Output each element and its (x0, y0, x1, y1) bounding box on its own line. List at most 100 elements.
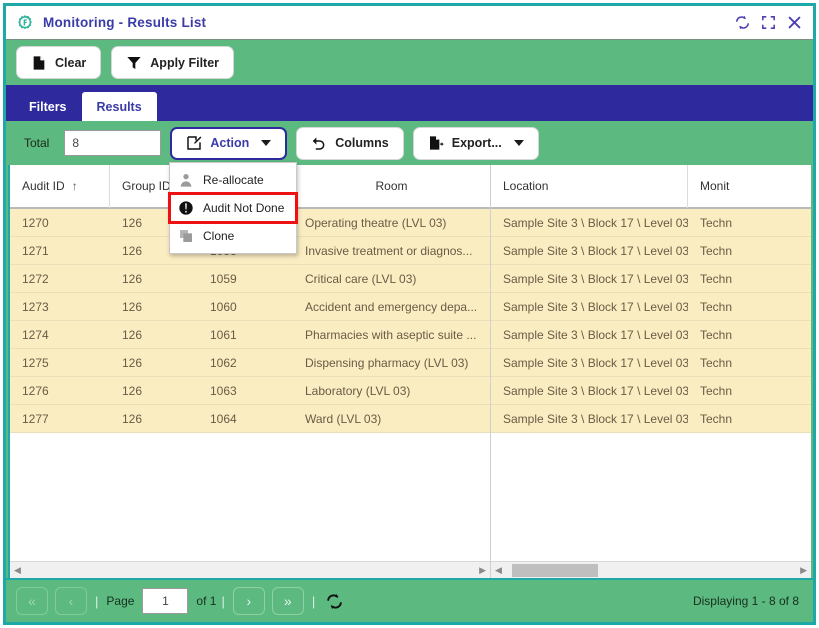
gear-badge-icon (18, 14, 32, 29)
cell-extra-id: 1064 (210, 411, 237, 426)
exclamation-circle-icon (179, 201, 193, 215)
cell-audit-id: 1276 (22, 383, 49, 398)
close-icon[interactable] (786, 14, 803, 31)
cell-monitoring: Techn (700, 271, 733, 286)
table-row[interactable]: Sample Site 3 \ Block 17 \ Level 03 Techn (491, 209, 811, 237)
cell-monitoring: Techn (700, 411, 733, 426)
cell-monitoring: Techn (700, 355, 733, 370)
cell-room: Critical care (LVL 03) (305, 271, 417, 286)
next-page-button[interactable]: › (232, 587, 265, 615)
results-grid: Audit ID ↑ Group ID Room 12701261057Oper… (8, 165, 811, 578)
clear-button[interactable]: Clear (16, 46, 102, 79)
cell-audit-id: 1272 (22, 271, 49, 286)
last-page-button[interactable]: » (271, 587, 304, 615)
column-header-room[interactable]: Room (293, 165, 490, 208)
scrollbar-track-right[interactable] (506, 562, 796, 579)
cell-monitoring: Techn (700, 299, 733, 314)
grid-scrollbars: ◀ ▶ ◀ ▶ (10, 561, 811, 578)
column-header-room-label: Room (375, 179, 408, 193)
table-row[interactable]: Sample Site 3 \ Block 17 \ Level 03 Techn (491, 293, 811, 321)
column-header-group-id-label: Group ID (122, 179, 171, 193)
scrollbar-track-left[interactable] (25, 562, 475, 579)
scroll-left-arrow-icon[interactable]: ◀ (10, 565, 25, 576)
table-row[interactable]: 1272 126 1059 Critical care (LVL 03) (10, 265, 490, 293)
cell-audit-id: 1270 (22, 215, 49, 230)
sort-ascending-icon: ↑ (71, 179, 78, 193)
scrollbar-thumb[interactable] (511, 563, 598, 577)
horizontal-scrollbar-right[interactable]: ◀ ▶ (491, 561, 811, 578)
cell-audit-id: 1271 (22, 243, 49, 258)
action-dropdown-menu: Re-allocate Audit Not Done Clone (168, 162, 298, 254)
menu-item-re-allocate[interactable]: Re-allocate (170, 166, 296, 194)
cell-location: Sample Site 3 \ Block 17 \ Level 03 (503, 327, 688, 342)
menu-item-audit-not-done-label: Audit Not Done (203, 201, 285, 215)
table-row[interactable]: Sample Site 3 \ Block 17 \ Level 03 Techn (491, 237, 811, 265)
table-row[interactable]: Sample Site 3 \ Block 17 \ Level 03 Techn (491, 321, 811, 349)
chevron-down-icon (261, 140, 272, 146)
cell-location: Sample Site 3 \ Block 17 \ Level 03 (503, 383, 688, 398)
refresh-icon[interactable] (734, 14, 751, 31)
cell-audit-id: 1275 (22, 355, 49, 370)
cell-group-id: 126 (122, 355, 143, 370)
action-button[interactable]: Action (170, 126, 288, 160)
table-row[interactable]: 1277 126 1064 Ward (LVL 03) (10, 405, 490, 433)
cell-location: Sample Site 3 \ Block 17 \ Level 03 (503, 271, 688, 286)
cell-location: Sample Site 3 \ Block 17 \ Level 03 (503, 355, 688, 370)
cell-monitoring: Techn (700, 215, 733, 230)
last-page-label: » (283, 593, 292, 609)
table-row[interactable]: Sample Site 3 \ Block 17 \ Level 03 Techn (491, 349, 811, 377)
column-header-location[interactable]: Location (491, 165, 688, 208)
person-icon (180, 174, 192, 187)
cell-location: Sample Site 3 \ Block 17 \ Level 03 (503, 411, 688, 426)
cell-monitoring: Techn (700, 383, 733, 398)
pagination-footer: « ‹ | Page of 1 | › » | Displaying 1 - 8… (6, 578, 813, 622)
columns-button[interactable]: Columns (296, 126, 404, 160)
export-button[interactable]: Export... (412, 126, 539, 160)
menu-item-clone[interactable]: Clone (170, 222, 296, 250)
menu-item-audit-not-done[interactable]: Audit Not Done (168, 192, 298, 224)
table-row[interactable]: 1276 126 1063 Laboratory (LVL 03) (10, 377, 490, 405)
tab-strip: Filters Results (6, 85, 813, 121)
title-bar: Monitoring - Results List (6, 6, 813, 39)
first-page-label: « (28, 593, 36, 609)
scroll-left-arrow-icon[interactable]: ◀ (491, 565, 506, 576)
funnel-icon (127, 56, 141, 69)
table-row[interactable]: 1275 126 1062 Dispensing pharmacy (LVL 03) (10, 349, 490, 377)
table-row[interactable]: 1274 126 1061 Pharmacies with aseptic suite… (10, 321, 490, 349)
cell-group-id: 126 (122, 299, 143, 314)
previous-page-button[interactable]: ‹ (55, 587, 87, 615)
cell-audit-id: 1274 (22, 327, 49, 342)
page-number-input[interactable] (142, 588, 189, 614)
maximize-icon[interactable] (760, 14, 777, 31)
filter-action-bar: Clear Apply Filter (6, 39, 813, 85)
cell-group-id: 126 (122, 271, 143, 286)
next-page-label: › (246, 593, 252, 609)
table-row[interactable]: Sample Site 3 \ Block 17 \ Level 03 Techn (491, 377, 811, 405)
previous-page-label: ‹ (68, 593, 74, 609)
horizontal-scrollbar-left[interactable]: ◀ ▶ (10, 561, 491, 578)
separator: | (95, 593, 99, 609)
column-header-monitoring[interactable]: Monit (688, 165, 811, 208)
cell-extra-id: 1062 (210, 355, 237, 370)
cell-room: Accident and emergency depa... (305, 299, 478, 314)
grid-scroll-area: Audit ID ↑ Group ID Room 12701261057Oper… (10, 165, 811, 561)
cell-room: Invasive treatment or diagnos... (305, 243, 473, 258)
scroll-right-arrow-icon[interactable]: ▶ (796, 565, 811, 576)
table-row[interactable]: Sample Site 3 \ Block 17 \ Level 03 Techn (491, 405, 811, 433)
chevron-down-icon (513, 140, 524, 146)
cell-location: Sample Site 3 \ Block 17 \ Level 03 (503, 299, 688, 314)
apply-filter-button[interactable]: Apply Filter (111, 46, 235, 79)
table-row[interactable]: 1273 126 1060 Accident and emergency depa..… (10, 293, 490, 321)
cell-group-id: 126 (122, 383, 143, 398)
separator: | (311, 593, 316, 609)
refresh-icon[interactable] (325, 592, 344, 611)
column-header-audit-id[interactable]: Audit ID ↑ (10, 165, 110, 208)
scroll-right-arrow-icon[interactable]: ▶ (475, 565, 490, 576)
monitoring-results-window: Monitoring - Results List Clear Apply Fi… (3, 3, 816, 625)
tab-results[interactable]: Results (81, 92, 157, 121)
first-page-button[interactable]: « (16, 587, 48, 615)
cell-audit-id: 1277 (22, 411, 49, 426)
table-row[interactable]: Sample Site 3 \ Block 17 \ Level 03 Techn (491, 265, 811, 293)
total-input[interactable] (64, 130, 162, 156)
tab-filters[interactable]: Filters (14, 92, 82, 121)
